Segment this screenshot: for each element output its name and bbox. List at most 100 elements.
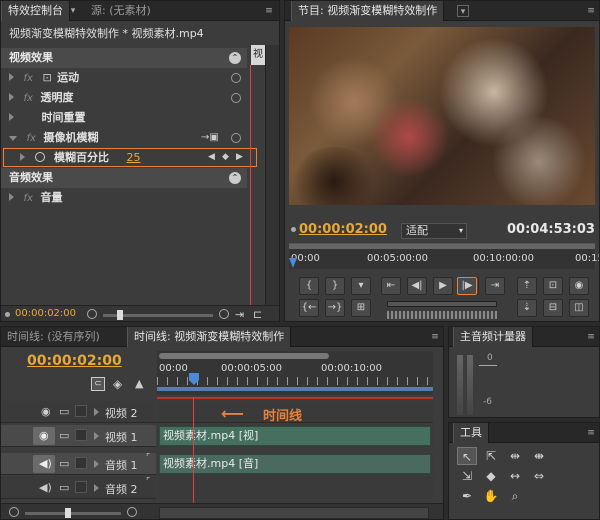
loop-button[interactable]: ⊞ xyxy=(351,299,371,317)
sequence-dropdown-icon[interactable]: ▾ xyxy=(457,5,469,17)
zoom-in-icon[interactable] xyxy=(127,507,137,517)
reset-icon[interactable] xyxy=(231,93,241,103)
reset-icon[interactable] xyxy=(231,73,241,83)
track-lane-audio2[interactable] xyxy=(157,477,433,499)
play-in-to-out-button[interactable]: |▶ xyxy=(457,277,477,295)
tab-source[interactable]: 源: (无素材) xyxy=(85,1,157,21)
loop-icon[interactable]: ⊏ xyxy=(253,308,262,321)
effects-scrollbar[interactable] xyxy=(265,45,279,305)
effect-item-time-remap[interactable]: 时间重置 xyxy=(1,108,247,128)
slide-tool-icon[interactable]: ⇔ xyxy=(529,467,549,485)
tab-timeline-empty[interactable]: 时间线: (没有序列) xyxy=(1,327,106,347)
speaker-icon[interactable]: ◀) xyxy=(39,457,52,470)
speaker-icon[interactable]: ◀) xyxy=(39,481,52,494)
lock-icon[interactable] xyxy=(75,481,87,493)
step-back-button[interactable]: ◀| xyxy=(407,277,427,295)
lift-button[interactable]: ⇡ xyxy=(517,277,537,295)
rolling-edit-tool-icon[interactable]: ⇼ xyxy=(529,447,549,465)
film-icon[interactable]: ▭ xyxy=(59,429,69,442)
output-button[interactable]: ◉ xyxy=(569,277,589,295)
program-ruler[interactable]: 00:00 00:05:00:00 00:10:00:00 00:15 xyxy=(289,243,599,269)
go-to-in-button[interactable]: ⇤ xyxy=(381,277,401,295)
video-preview[interactable] xyxy=(289,27,595,205)
razor-tool-icon[interactable]: ◆ xyxy=(481,467,501,485)
film-icon[interactable]: ▭ xyxy=(59,405,69,418)
set-marker-button[interactable]: ▾ xyxy=(351,277,371,295)
zoom-out-icon[interactable] xyxy=(9,507,19,517)
video-effects-header[interactable]: 视频效果 ⌃ xyxy=(1,48,247,68)
lock-icon[interactable] xyxy=(75,457,87,469)
effects-timecode[interactable]: 00:00:02:00 xyxy=(15,308,76,319)
safe-margins-button[interactable]: ⊡ xyxy=(543,277,563,295)
program-current-time[interactable]: 00:00:02:00 xyxy=(299,222,387,237)
reset-icon[interactable] xyxy=(231,133,241,143)
tab-timeline-sequence[interactable]: 时间线: 视频渐变模糊特效制作 xyxy=(127,327,292,347)
expand-triangle-icon[interactable] xyxy=(9,113,14,121)
expand-triangle-icon[interactable] xyxy=(20,153,25,161)
timeline-zoom-slider[interactable] xyxy=(25,512,121,515)
effect-item-volume[interactable]: fx 音量 xyxy=(1,188,247,208)
settings-icon[interactable]: →▣ xyxy=(201,128,219,148)
next-keyframe-icon[interactable]: ▶ xyxy=(236,149,243,166)
set-marker-icon[interactable]: ◈ xyxy=(113,377,122,391)
mark-out-button[interactable]: } xyxy=(325,277,345,295)
timeline-ruler[interactable]: 00:00 00:00:05:00 00:00:10:00 xyxy=(157,351,433,395)
film-icon[interactable]: ▭ xyxy=(59,481,69,494)
param-value[interactable]: 25 xyxy=(127,151,141,164)
eye-icon[interactable]: ◉ xyxy=(41,405,51,418)
trim-button[interactable]: ⊟ xyxy=(543,299,563,317)
tab-audio-meter[interactable]: 主音频计量器 xyxy=(453,327,533,347)
add-keyframe-icon[interactable]: ◆ xyxy=(222,149,229,166)
panel-menu-icon[interactable]: ≡ xyxy=(585,5,597,17)
zoom-slider-handle[interactable] xyxy=(117,310,123,320)
prev-keyframe-icon[interactable]: ◀ xyxy=(208,149,215,166)
jog-wheel[interactable] xyxy=(387,311,497,319)
expand-triangle-icon[interactable] xyxy=(9,93,14,101)
work-area-bar[interactable] xyxy=(159,353,329,359)
collapse-icon[interactable]: ⌃ xyxy=(229,172,241,184)
effect-item-opacity[interactable]: fx 透明度 xyxy=(1,88,247,108)
zoom-out-icon[interactable] xyxy=(87,309,97,319)
panel-menu-icon[interactable]: ≡ xyxy=(585,427,597,439)
play-button[interactable]: ▶ xyxy=(433,277,453,295)
audio-effects-header[interactable]: 音频效果 ⌃ xyxy=(1,168,247,188)
rate-stretch-tool-icon[interactable]: ⇲ xyxy=(457,467,477,485)
track-header-video2[interactable]: ◉ ▭ 视频 2 xyxy=(1,401,156,423)
tab-program[interactable]: 节目: 视频渐变模糊特效制作 xyxy=(291,1,445,21)
zoom-in-icon[interactable] xyxy=(219,309,229,319)
video-clip[interactable]: 视频素材.mp4 [视] xyxy=(159,426,431,446)
effect-item-camera-blur[interactable]: fx 摄像机模糊 →▣ xyxy=(1,128,247,148)
expand-triangle-icon[interactable] xyxy=(94,432,99,440)
mark-in-button[interactable]: { xyxy=(299,277,319,295)
slip-tool-icon[interactable]: ↔ xyxy=(505,467,525,485)
shuttle-slider[interactable] xyxy=(387,301,497,307)
effect-item-motion[interactable]: fx ⊡ 运动 xyxy=(1,68,247,88)
blur-percent-row[interactable]: 模糊百分比 25 ◀ ◆ ▶ xyxy=(3,148,257,167)
eye-icon[interactable]: ◉ xyxy=(39,429,49,442)
hand-tool-icon[interactable]: ✋ xyxy=(481,487,501,505)
expand-triangle-icon[interactable] xyxy=(9,193,14,201)
pen-tool-icon[interactable]: ✒ xyxy=(457,487,477,505)
collapse-icon[interactable]: ⌃ xyxy=(229,52,241,64)
expand-triangle-icon[interactable] xyxy=(94,408,99,416)
add-marker-icon[interactable]: ▲ xyxy=(135,377,143,390)
export-frame-button[interactable]: ◫ xyxy=(569,299,589,317)
lock-icon[interactable] xyxy=(75,429,87,441)
expand-triangle-icon[interactable] xyxy=(9,136,17,141)
track-header-video1[interactable]: ◉ ▭ 视频 1 xyxy=(1,425,156,447)
track-header-audio2[interactable]: ◀) ▭ 音频 2 ⌜ xyxy=(1,477,156,499)
timeline-hscroll[interactable] xyxy=(159,507,429,519)
prev-edit-button[interactable]: {← xyxy=(299,299,319,317)
panel-menu-icon[interactable]: ≡ xyxy=(263,5,275,17)
track-header-audio1[interactable]: ◀) ▭ 音频 1 ⌜ xyxy=(1,453,156,475)
audio-clip[interactable]: 视频素材.mp4 [音] xyxy=(159,454,431,474)
ripple-edit-tool-icon[interactable]: ⇹ xyxy=(505,447,525,465)
panel-menu-icon[interactable]: ≡ xyxy=(585,331,597,343)
stopwatch-icon[interactable] xyxy=(34,152,45,162)
expand-triangle-icon[interactable] xyxy=(9,73,14,81)
tab-menu-icon[interactable]: ▾ xyxy=(67,5,79,17)
next-edit-button[interactable]: →} xyxy=(325,299,345,317)
panel-menu-icon[interactable]: ≡ xyxy=(429,331,441,343)
fit-select[interactable]: 适配 ▾ xyxy=(401,223,467,239)
go-to-out-button[interactable]: ⇥ xyxy=(485,277,505,295)
